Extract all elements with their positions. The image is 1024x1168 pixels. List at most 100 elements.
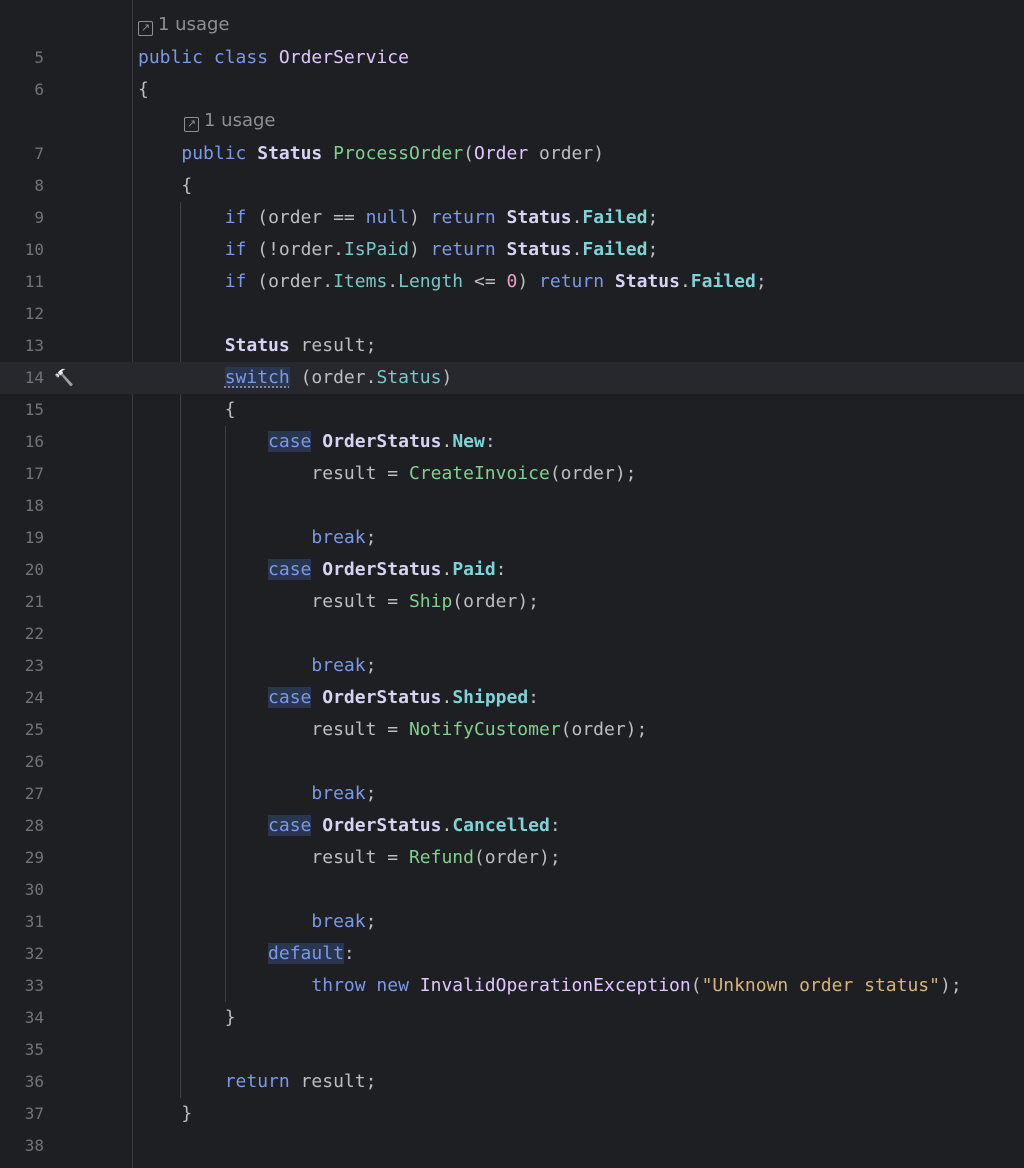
code-line[interactable]: 27 break; xyxy=(0,778,1024,810)
code-line[interactable]: 8 { xyxy=(0,170,1024,202)
code-line[interactable]: 9 if (order == null) return Status.Faile… xyxy=(0,202,1024,234)
line-number[interactable]: 34 xyxy=(0,1002,44,1034)
line-number[interactable]: 8 xyxy=(0,170,44,202)
line-number[interactable]: 16 xyxy=(0,426,44,458)
line-number[interactable]: 15 xyxy=(0,394,44,426)
code-line[interactable]: 7 public Status ProcessOrder(Order order… xyxy=(0,138,1024,170)
code-line[interactable]: 6{ xyxy=(0,74,1024,106)
line-number[interactable]: 7 xyxy=(0,138,44,170)
code-token: { xyxy=(138,399,236,420)
line-number[interactable]: 35 xyxy=(0,1034,44,1066)
code-token: . xyxy=(571,207,583,228)
code-line[interactable]: 17 result = CreateInvoice(order); xyxy=(0,458,1024,490)
line-number[interactable]: 20 xyxy=(0,554,44,586)
code-token: . xyxy=(387,271,399,292)
line-number[interactable]: 32 xyxy=(0,938,44,970)
code-token: case xyxy=(268,687,312,708)
line-number[interactable]: 36 xyxy=(0,1066,44,1098)
line-number[interactable]: 6 xyxy=(0,74,44,106)
code-token: result = xyxy=(138,591,409,612)
code-line[interactable]: 15 { xyxy=(0,394,1024,426)
line-number[interactable]: 21 xyxy=(0,586,44,618)
code-token: : xyxy=(549,815,561,836)
code-line[interactable]: 11 if (order.Items.Length <= 0) return S… xyxy=(0,266,1024,298)
usage-hint-method[interactable]: ↗ 1 usage xyxy=(184,105,276,137)
line-number[interactable]: 31 xyxy=(0,906,44,938)
code-text: case OrderStatus.Cancelled: xyxy=(138,810,561,842)
code-token: ( xyxy=(690,975,702,996)
code-line[interactable]: 10 if (!order.IsPaid) return Status.Fail… xyxy=(0,234,1024,266)
code-line[interactable]: 26 xyxy=(0,746,1024,778)
code-token: Status xyxy=(376,367,442,388)
code-line[interactable]: 36 return result; xyxy=(0,1066,1024,1098)
code-text: } xyxy=(138,1002,236,1034)
code-token: break xyxy=(311,783,366,804)
code-token: OrderStatus xyxy=(322,431,442,452)
line-number[interactable]: 12 xyxy=(0,298,44,330)
line-number[interactable]: 19 xyxy=(0,522,44,554)
line-number[interactable]: 38 xyxy=(0,1130,44,1162)
code-token: ProcessOrder xyxy=(333,143,464,164)
code-token: Status xyxy=(224,335,290,356)
code-line[interactable]: 30 xyxy=(0,874,1024,906)
code-token: (order); xyxy=(549,463,637,484)
line-number[interactable]: 29 xyxy=(0,842,44,874)
line-number[interactable]: 10 xyxy=(0,234,44,266)
code-line[interactable]: 5 public class OrderService xyxy=(0,42,1024,74)
code-text: result = Ship(order); xyxy=(138,586,539,618)
line-number[interactable]: 33 xyxy=(0,970,44,1002)
code-line[interactable]: 32 default: xyxy=(0,938,1024,970)
code-token: { xyxy=(138,79,149,100)
code-line[interactable]: 29 result = Refund(order); xyxy=(0,842,1024,874)
code-line[interactable]: 16 case OrderStatus.New: xyxy=(0,426,1024,458)
line-number[interactable]: 25 xyxy=(0,714,44,746)
line-number[interactable]: 11 xyxy=(0,266,44,298)
code-token: Ship xyxy=(408,591,453,612)
line-number[interactable]: 18 xyxy=(0,490,44,522)
code-editor[interactable]: ↗ 1 usage ↗ 1 usage 5 public class OrderSer… xyxy=(0,0,1024,1168)
code-token: <= xyxy=(463,271,507,292)
code-line[interactable]: 24 case OrderStatus.Shipped: xyxy=(0,682,1024,714)
line-number[interactable]: 22 xyxy=(0,618,44,650)
line-number[interactable]: 37 xyxy=(0,1098,44,1130)
code-line[interactable]: 21 result = Ship(order); xyxy=(0,586,1024,618)
line-number[interactable]: 17 xyxy=(0,458,44,490)
code-token: { xyxy=(138,175,193,196)
code-token: Failed xyxy=(582,207,648,228)
code-line[interactable]: 20 case OrderStatus.Paid: xyxy=(0,554,1024,586)
code-line[interactable]: 12 xyxy=(0,298,1024,330)
code-line[interactable]: 37 } xyxy=(0,1098,1024,1130)
code-line[interactable]: 34 } xyxy=(0,1002,1024,1034)
code-line[interactable]: 25 result = NotifyCustomer(order); xyxy=(0,714,1024,746)
code-line[interactable]: 23 break; xyxy=(0,650,1024,682)
code-line[interactable]: 33 throw new InvalidOperationException("… xyxy=(0,970,1024,1002)
line-number[interactable]: 27 xyxy=(0,778,44,810)
code-line[interactable]: 18 xyxy=(0,490,1024,522)
code-text: { xyxy=(138,74,149,106)
code-line[interactable]: 14 🔨 switch (order.Status) xyxy=(0,362,1024,394)
line-number[interactable]: 30 xyxy=(0,874,44,906)
code-line[interactable]: 35 xyxy=(0,1034,1024,1066)
code-token: result; xyxy=(289,335,377,356)
code-line[interactable]: 13 Status result; xyxy=(0,330,1024,362)
line-number[interactable]: 14 xyxy=(0,362,44,394)
line-number[interactable]: 23 xyxy=(0,650,44,682)
code-token: Status xyxy=(506,207,572,228)
line-number[interactable]: 26 xyxy=(0,746,44,778)
code-line[interactable]: 31 break; xyxy=(0,906,1024,938)
line-number[interactable]: 28 xyxy=(0,810,44,842)
line-number[interactable]: 13 xyxy=(0,330,44,362)
hammer-icon[interactable]: 🔨 xyxy=(54,362,78,394)
usage-hint-class[interactable]: ↗ 1 usage xyxy=(138,9,230,41)
code-line[interactable]: 28 case OrderStatus.Cancelled: xyxy=(0,810,1024,842)
code-line[interactable]: 19 break; xyxy=(0,522,1024,554)
line-number[interactable]: 5 xyxy=(0,42,44,74)
code-line[interactable]: 22 xyxy=(0,618,1024,650)
code-line[interactable]: 38 xyxy=(0,1130,1024,1162)
line-number[interactable]: 9 xyxy=(0,202,44,234)
line-number[interactable]: 24 xyxy=(0,682,44,714)
